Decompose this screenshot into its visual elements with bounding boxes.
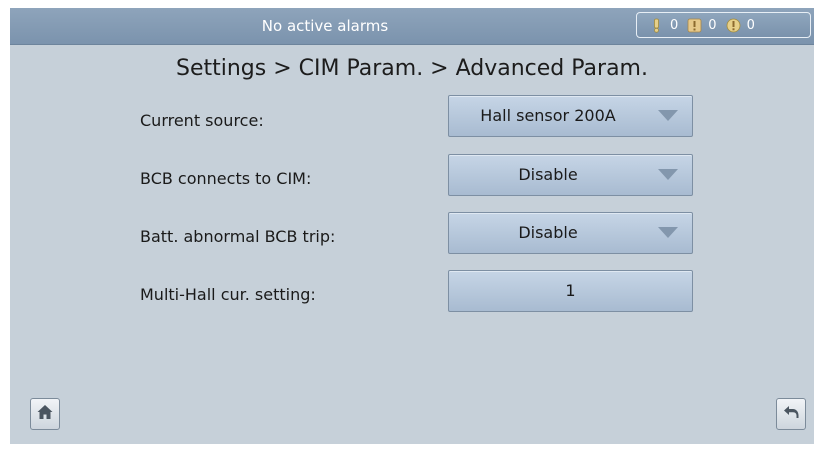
status-bar: No active alarms 0 0 0	[10, 8, 814, 45]
alarm-counts-button[interactable]: 0 0 0	[636, 12, 811, 38]
minor-alarm-icon	[687, 18, 702, 33]
major-alarm-group: 0	[649, 18, 678, 33]
page-title: Settings > CIM Param. > Advanced Param.	[176, 56, 648, 81]
bcb-connects-dropdown[interactable]: Disable	[448, 154, 693, 196]
home-button[interactable]	[30, 398, 60, 430]
chevron-down-icon	[658, 110, 678, 121]
multi-hall-setting-label: Multi-Hall cur. setting:	[140, 285, 316, 304]
home-icon	[36, 403, 54, 425]
chevron-down-icon	[658, 227, 678, 238]
warning-alarm-group: 0	[726, 18, 755, 33]
bcb-connects-value: Disable	[518, 165, 578, 184]
minor-alarm-count: 0	[708, 17, 717, 33]
screen: No active alarms 0 0 0 Settings > CIM Pa…	[10, 8, 814, 444]
current-source-value: Hall sensor 200A	[480, 106, 616, 125]
warning-alarm-icon	[726, 18, 741, 33]
major-alarm-count: 0	[670, 17, 679, 33]
batt-abnormal-trip-dropdown[interactable]: Disable	[448, 212, 693, 254]
batt-abnormal-trip-value: Disable	[518, 223, 578, 242]
chevron-down-icon	[658, 169, 678, 180]
major-alarm-icon	[649, 18, 664, 33]
multi-hall-setting-value: 1	[565, 281, 576, 300]
warning-alarm-count: 0	[746, 17, 755, 33]
bcb-connects-label: BCB connects to CIM:	[140, 169, 312, 188]
minor-alarm-group: 0	[687, 17, 717, 33]
multi-hall-setting-input[interactable]: 1	[448, 270, 693, 312]
batt-abnormal-trip-label: Batt. abnormal BCB trip:	[140, 227, 336, 246]
current-source-label: Current source:	[140, 111, 264, 130]
current-source-dropdown[interactable]: Hall sensor 200A	[448, 95, 693, 137]
back-button[interactable]	[776, 398, 806, 430]
alarm-status-text: No active alarms	[261, 17, 389, 35]
back-icon	[782, 403, 800, 425]
